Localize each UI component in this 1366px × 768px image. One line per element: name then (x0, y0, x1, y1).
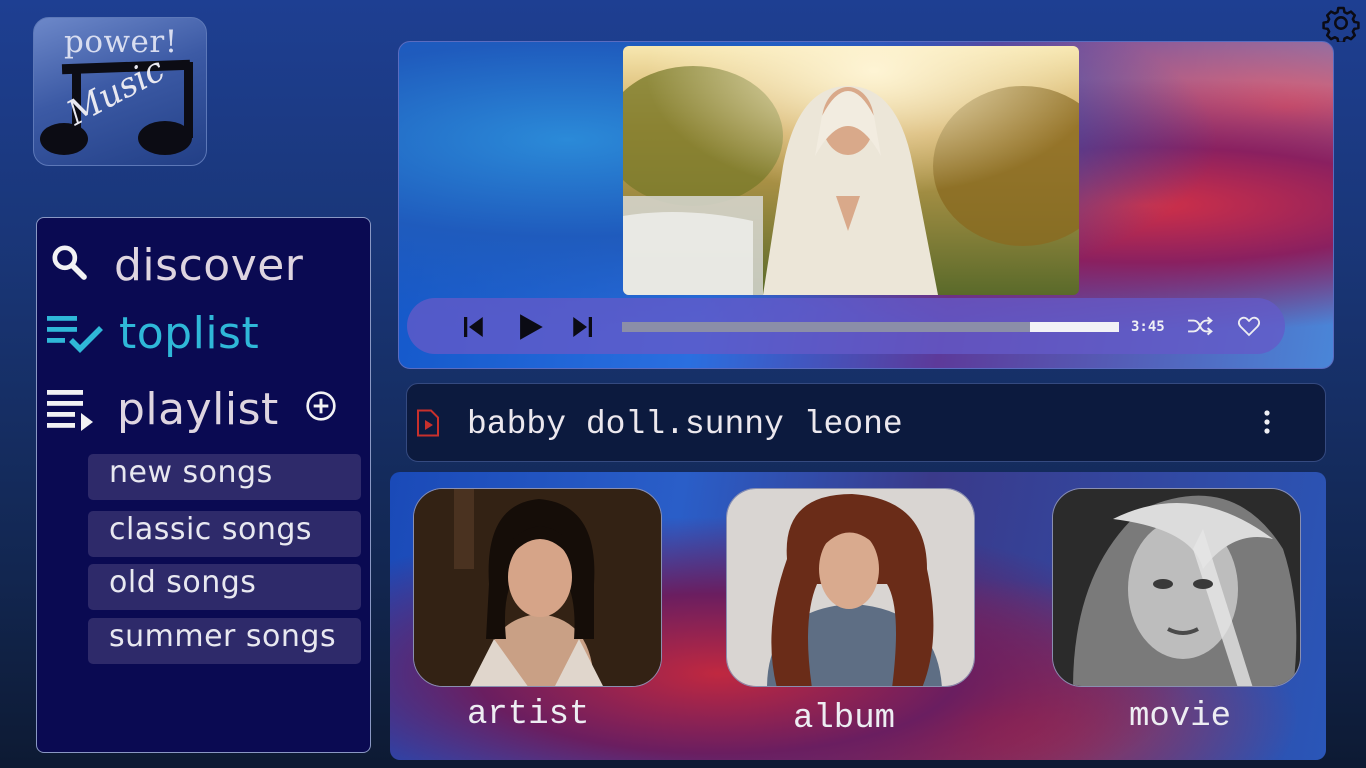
nav-item-discover[interactable]: discover (49, 232, 303, 291)
plus-circle-icon[interactable] (305, 390, 337, 422)
queue-play-icon (47, 389, 93, 431)
logo-top-text: power! (64, 24, 178, 60)
movie-label[interactable]: movie (1129, 698, 1231, 736)
nav-item-playlist[interactable]: playlist (47, 384, 279, 435)
playlist-item-summer-songs[interactable]: summer songs (88, 618, 361, 664)
video-thumbnail-image (623, 46, 1079, 295)
playlist-item-classic-songs[interactable]: classic songs (88, 511, 361, 557)
progress-bar[interactable] (622, 322, 1119, 332)
playlist-item-label: old songs (109, 565, 257, 600)
search-icon (52, 244, 87, 280)
nav-item-toplist[interactable]: toplist (47, 308, 259, 359)
app-logo: power! Music (33, 17, 207, 166)
playlist-item-label: summer songs (109, 619, 337, 654)
playlist-item-old-songs[interactable]: old songs (88, 564, 361, 610)
play-icon[interactable] (513, 310, 547, 344)
album-card[interactable] (726, 488, 975, 687)
shuffle-icon[interactable] (1187, 315, 1213, 337)
nav-label-playlist: playlist (117, 384, 279, 435)
more-vertical-icon[interactable] (1257, 409, 1277, 437)
now-playing-bar[interactable]: babby doll.sunny leone (406, 383, 1326, 462)
progress-bar-fill (1029, 322, 1119, 332)
artist-card[interactable] (413, 488, 662, 687)
video-file-icon (417, 409, 439, 437)
heart-icon[interactable] (1237, 315, 1261, 337)
video-player: 3:45 (398, 41, 1334, 369)
now-playing-title: babby doll.sunny leone (467, 406, 903, 443)
artist-label[interactable]: artist (467, 696, 589, 734)
playlist-item-new-songs[interactable]: new songs (88, 454, 361, 500)
artist-image (414, 489, 661, 686)
gear-icon[interactable] (1322, 4, 1360, 42)
nav-label-discover: discover (114, 240, 304, 291)
queue-check-icon (47, 315, 103, 353)
nav-label-toplist: toplist (119, 308, 260, 359)
sidebar: discover toplist playlist new songs clas… (36, 217, 371, 753)
playlist-item-label: classic songs (109, 512, 313, 547)
movie-image (1053, 489, 1300, 686)
movie-card[interactable] (1052, 488, 1301, 687)
skip-previous-icon[interactable] (459, 312, 489, 342)
album-image (727, 489, 974, 686)
category-panel: artist album movie (390, 472, 1326, 760)
skip-next-icon[interactable] (567, 312, 597, 342)
album-label[interactable]: album (793, 700, 895, 738)
playlist-item-label: new songs (109, 455, 273, 490)
time-display: 3:45 (1131, 319, 1165, 335)
video-frame[interactable] (623, 46, 1079, 295)
playback-controls: 3:45 (407, 298, 1285, 354)
